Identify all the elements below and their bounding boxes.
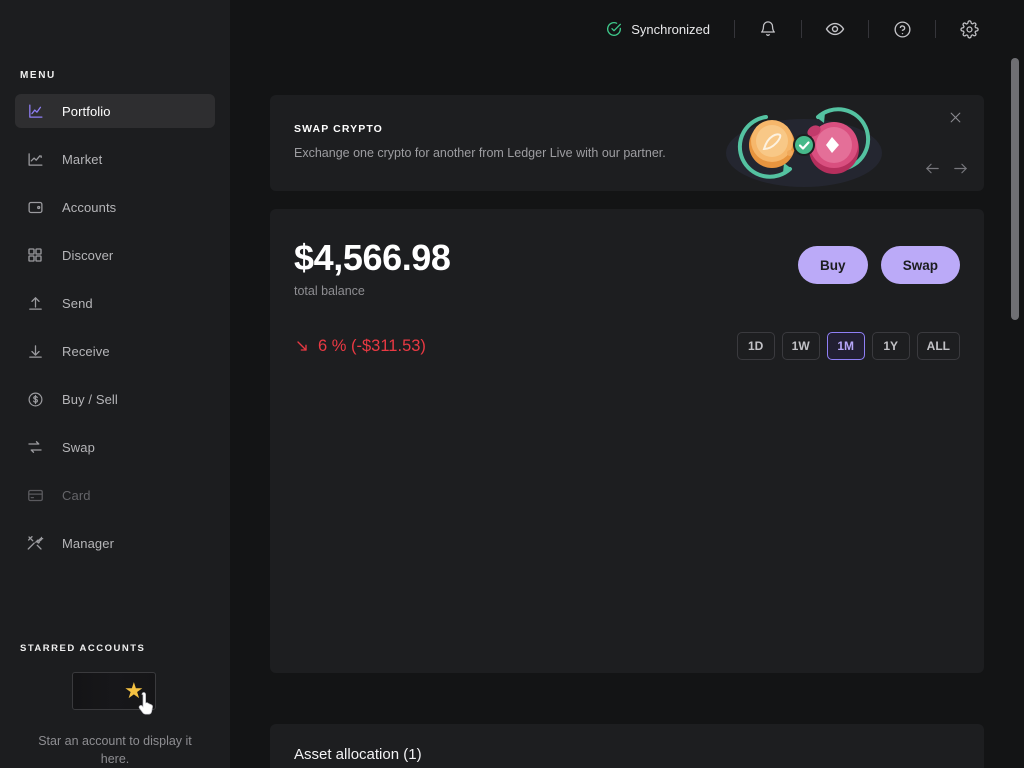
balance-change: 6 % (-$311.53) bbox=[294, 337, 426, 356]
sync-status[interactable]: Synchronized bbox=[606, 21, 710, 37]
topbar-divider bbox=[868, 20, 869, 38]
swap-coins-illustration bbox=[726, 107, 882, 187]
buy-button[interactable]: Buy bbox=[797, 246, 868, 284]
eye-icon[interactable] bbox=[824, 18, 846, 40]
topbar-divider bbox=[935, 20, 936, 38]
swap-crypto-banner[interactable]: SWAP CRYPTO Exchange one crypto for anot… bbox=[270, 95, 984, 191]
credit-card-icon bbox=[23, 483, 47, 507]
sync-status-label: Synchronized bbox=[631, 21, 710, 37]
range-button-all[interactable]: ALL bbox=[916, 332, 960, 360]
grid-icon bbox=[23, 243, 47, 267]
sidebar-item-portfolio[interactable]: Portfolio bbox=[15, 94, 215, 128]
sidebar-item-accounts[interactable]: Accounts bbox=[15, 190, 215, 224]
swap-button[interactable]: Swap bbox=[880, 246, 960, 284]
portfolio-change-row: 6 % (-$311.53) 1D 1W 1M 1Y ALL bbox=[294, 332, 960, 360]
sidebar-item-label: Manager bbox=[62, 535, 115, 551]
sidebar-item-label: Portfolio bbox=[62, 103, 111, 119]
sidebar: MENU Portfolio Market Accounts Discover … bbox=[0, 0, 230, 768]
balance-block: $4,566.98 total balance bbox=[294, 237, 451, 298]
check-circle-icon bbox=[606, 21, 622, 37]
top-bar: Synchronized bbox=[230, 0, 1024, 58]
ledger-live-window: MENU Portfolio Market Accounts Discover … bbox=[0, 0, 1024, 768]
market-trend-icon bbox=[23, 147, 47, 171]
starred-accounts-label: STARRED ACCOUNTS bbox=[20, 643, 146, 654]
swap-arrows-icon bbox=[23, 435, 47, 459]
starred-accounts-empty-text: Star an account to display it here. bbox=[38, 734, 192, 766]
starred-accounts-section: STARRED ACCOUNTS ★ Star an account to di… bbox=[0, 643, 230, 768]
help-question-icon[interactable] bbox=[891, 18, 913, 40]
balance-change-text: 6 % (-$311.53) bbox=[318, 336, 426, 355]
topbar-divider bbox=[734, 20, 735, 38]
close-x-icon[interactable] bbox=[946, 108, 964, 126]
dollar-circle-icon bbox=[23, 387, 47, 411]
sidebar-item-label: Receive bbox=[62, 343, 110, 359]
scrollbar-track[interactable] bbox=[1010, 0, 1020, 768]
sidebar-item-market[interactable]: Market bbox=[15, 142, 215, 176]
sidebar-item-buy-sell[interactable]: Buy / Sell bbox=[15, 382, 215, 416]
scrollable-content: SWAP CRYPTO Exchange one crypto for anot… bbox=[230, 95, 1024, 768]
asset-allocation-title: Asset allocation (1) bbox=[294, 746, 422, 763]
range-button-1m[interactable]: 1M bbox=[826, 332, 865, 360]
sidebar-item-label: Buy / Sell bbox=[62, 391, 118, 407]
menu-section-label: MENU bbox=[20, 70, 56, 81]
sidebar-item-send[interactable]: Send bbox=[15, 286, 215, 320]
portfolio-header: $4,566.98 total balance Buy Swap bbox=[294, 237, 960, 298]
range-button-1d[interactable]: 1D bbox=[736, 332, 775, 360]
sidebar-item-manager[interactable]: Manager bbox=[15, 526, 215, 560]
arrow-up-send-icon bbox=[23, 291, 47, 315]
total-balance-value: $4,566.98 bbox=[294, 237, 451, 278]
range-button-1y[interactable]: 1Y bbox=[871, 332, 910, 360]
arrow-right-icon[interactable] bbox=[951, 159, 970, 178]
starred-accounts-empty-state: ★ Star an account to display it here. bbox=[0, 672, 230, 768]
time-range-selector: 1D 1W 1M 1Y ALL bbox=[736, 332, 960, 360]
total-balance-label: total balance bbox=[294, 284, 365, 298]
sidebar-nav: Portfolio Market Accounts Discover Send … bbox=[0, 94, 230, 560]
sidebar-item-label: Card bbox=[62, 487, 91, 503]
scrollbar-thumb[interactable] bbox=[1011, 58, 1019, 320]
arrow-down-receive-icon bbox=[23, 339, 47, 363]
portfolio-action-buttons: Buy Swap bbox=[797, 246, 960, 284]
banner-nav-controls bbox=[923, 159, 970, 178]
sidebar-item-receive[interactable]: Receive bbox=[15, 334, 215, 368]
bell-notification-icon[interactable] bbox=[757, 18, 779, 40]
sidebar-item-swap[interactable]: Swap bbox=[15, 430, 215, 464]
arrow-down-right-icon bbox=[294, 338, 310, 354]
portfolio-chart-icon bbox=[23, 99, 47, 123]
sidebar-item-discover[interactable]: Discover bbox=[15, 238, 215, 272]
banner-text-block: SWAP CRYPTO Exchange one crypto for anot… bbox=[270, 123, 666, 163]
starred-empty-illustration: ★ bbox=[72, 672, 158, 715]
pointing-hand-cursor-icon bbox=[138, 692, 153, 715]
sidebar-item-label: Accounts bbox=[62, 199, 117, 215]
asset-allocation-card: Asset allocation (1) bbox=[270, 724, 984, 768]
sidebar-item-label: Swap bbox=[62, 439, 95, 455]
wallet-icon bbox=[23, 195, 47, 219]
sidebar-item-label: Discover bbox=[62, 247, 114, 263]
banner-title: SWAP CRYPTO bbox=[294, 123, 383, 135]
sidebar-item-label: Market bbox=[62, 151, 103, 167]
range-button-1w[interactable]: 1W bbox=[781, 332, 820, 360]
gear-settings-icon[interactable] bbox=[958, 18, 980, 40]
topbar-divider bbox=[801, 20, 802, 38]
tools-manager-icon bbox=[23, 531, 47, 555]
sidebar-item-card[interactable]: Card bbox=[15, 478, 215, 512]
main-content-area: Synchronized SWAP CRYPTO Exchange one cr… bbox=[230, 0, 1024, 768]
sidebar-item-label: Send bbox=[62, 295, 93, 311]
arrow-left-icon[interactable] bbox=[923, 159, 942, 178]
portfolio-summary-card: $4,566.98 total balance Buy Swap 6 % (-$… bbox=[270, 209, 984, 673]
banner-description: Exchange one crypto for another from Led… bbox=[294, 146, 666, 160]
